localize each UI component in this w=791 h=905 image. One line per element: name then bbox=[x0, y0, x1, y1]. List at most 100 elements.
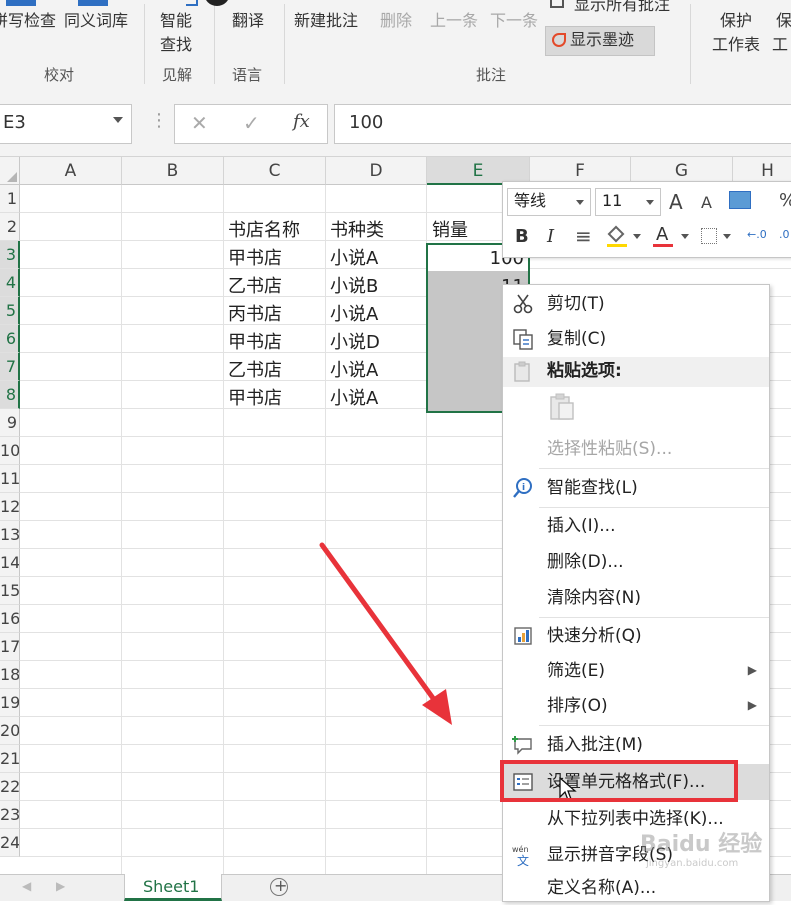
font-size-select[interactable]: 11 bbox=[595, 188, 661, 216]
decrease-font-size-icon[interactable]: A bbox=[701, 193, 712, 212]
spell-check-button[interactable]: 拼写检查 bbox=[0, 10, 56, 32]
menu-item-label: 快速分析(Q) bbox=[547, 626, 642, 646]
percent-style-icon[interactable]: % bbox=[779, 190, 791, 211]
column-header-d[interactable]: D bbox=[326, 157, 427, 185]
align-center-icon[interactable]: ≡ bbox=[575, 224, 592, 248]
menu-separator bbox=[539, 725, 769, 726]
delete-comment-button[interactable]: 删除 bbox=[380, 10, 412, 32]
menu-item-quick-analysis[interactable]: 快速分析(Q) bbox=[503, 619, 769, 653]
protect-sheet-button-line1[interactable]: 保护 bbox=[720, 10, 752, 32]
smart-lookup-button-line1[interactable]: 智能 bbox=[160, 10, 192, 32]
row-header[interactable]: 22 bbox=[0, 773, 20, 801]
protect-workbook-button-line2[interactable]: 工 bbox=[772, 34, 788, 56]
row-header[interactable]: 19 bbox=[0, 689, 20, 717]
menu-item-clear-contents[interactable]: 清除内容(N) bbox=[503, 581, 769, 615]
increase-decimal-icon[interactable]: ←.0 bbox=[747, 228, 767, 241]
scroll-right-icon[interactable]: ▶ bbox=[56, 879, 65, 893]
increase-font-size-icon[interactable]: A bbox=[669, 190, 683, 214]
formula-input[interactable]: 100 bbox=[334, 104, 791, 144]
row-header[interactable]: 16 bbox=[0, 605, 20, 633]
new-comment-button[interactable]: 新建批注 bbox=[294, 10, 358, 32]
italic-icon[interactable]: I bbox=[547, 226, 554, 247]
menu-item-insert[interactable]: 插入(I)... bbox=[503, 509, 769, 543]
cell-style-icon[interactable] bbox=[729, 191, 751, 209]
protect-sheet-button-line2[interactable]: 工作表 bbox=[712, 34, 760, 56]
row-header[interactable]: 24 bbox=[0, 829, 20, 857]
smart-lookup-icon bbox=[186, 0, 198, 6]
row-header[interactable]: 18 bbox=[0, 661, 20, 689]
previous-comment-button[interactable]: 上一条 bbox=[430, 10, 478, 32]
menu-item-label: 筛选(E) bbox=[547, 661, 606, 681]
cancel-icon[interactable]: ✕ bbox=[191, 111, 208, 135]
menu-item-label: 复制(C) bbox=[547, 329, 607, 349]
protect-workbook-button-line1[interactable]: 保 bbox=[776, 10, 791, 32]
next-comment-button[interactable]: 下一条 bbox=[490, 10, 538, 32]
copy-icon bbox=[513, 329, 533, 350]
bold-icon[interactable]: B bbox=[515, 226, 529, 247]
show-ink-button[interactable]: 显示墨迹 bbox=[545, 26, 655, 56]
scroll-left-icon[interactable]: ◀ bbox=[22, 879, 31, 893]
menu-item-insert-comment[interactable]: 插入批注(M) bbox=[503, 728, 769, 762]
menu-item-delete[interactable]: 删除(D)... bbox=[503, 545, 769, 579]
borders-icon[interactable] bbox=[701, 228, 717, 244]
row-header[interactable]: 9 bbox=[0, 409, 20, 437]
row-header[interactable]: 8 bbox=[0, 381, 20, 409]
name-box[interactable]: E3 bbox=[0, 104, 132, 144]
paste-icon[interactable] bbox=[545, 391, 577, 423]
row-header[interactable]: 5 bbox=[0, 297, 20, 325]
row-header[interactable]: 11 bbox=[0, 465, 20, 493]
row-header[interactable]: 17 bbox=[0, 633, 20, 661]
column-header-b[interactable]: B bbox=[122, 157, 224, 185]
sheet-tab-sheet1[interactable]: Sheet1 bbox=[124, 874, 222, 901]
row-header[interactable]: 4 bbox=[0, 269, 20, 297]
thesaurus-button[interactable]: 同义词库 bbox=[64, 10, 128, 32]
row-header[interactable]: 6 bbox=[0, 325, 20, 353]
row-header[interactable]: 23 bbox=[0, 801, 20, 829]
row-header[interactable]: 15 bbox=[0, 577, 20, 605]
decrease-decimal-icon[interactable]: .0 bbox=[779, 228, 790, 241]
menu-item-sort[interactable]: 排序(O) ▶ bbox=[503, 689, 769, 723]
menu-item-paste-special[interactable]: 选择性粘贴(S)... bbox=[503, 432, 769, 466]
row-header[interactable]: 20 bbox=[0, 717, 20, 745]
row-header[interactable]: 1 bbox=[0, 185, 20, 213]
chevron-down-icon[interactable] bbox=[723, 234, 731, 239]
chevron-down-icon[interactable] bbox=[113, 117, 123, 123]
row-header[interactable]: 13 bbox=[0, 521, 20, 549]
row-header[interactable]: 2 bbox=[0, 213, 20, 241]
row-header[interactable]: 14 bbox=[0, 549, 20, 577]
menu-item-copy[interactable]: 复制(C) bbox=[503, 322, 769, 356]
comment-icon bbox=[512, 736, 532, 755]
cell-store: 乙书店 bbox=[228, 276, 282, 297]
smart-lookup-button-line2[interactable]: 查找 bbox=[160, 34, 192, 56]
row-header[interactable]: 21 bbox=[0, 745, 20, 773]
row-header[interactable]: 12 bbox=[0, 493, 20, 521]
column-header-a[interactable]: A bbox=[20, 157, 122, 185]
menu-item-cut[interactable]: 剪切(T) bbox=[503, 287, 769, 321]
select-all-corner[interactable] bbox=[0, 157, 20, 185]
menu-section-label: 粘贴选项: bbox=[547, 361, 622, 381]
font-name-select[interactable]: 等线 bbox=[507, 188, 591, 216]
cell-type: 小说A bbox=[330, 304, 379, 325]
chevron-down-icon[interactable] bbox=[633, 234, 641, 239]
font-color-icon[interactable]: A bbox=[653, 224, 673, 248]
row-header[interactable]: 10 bbox=[0, 437, 20, 465]
menu-item-filter[interactable]: 筛选(E) ▶ bbox=[503, 654, 769, 688]
row-header[interactable]: 7 bbox=[0, 353, 20, 381]
enter-icon[interactable]: ✓ bbox=[243, 111, 260, 135]
spell-check-icon bbox=[6, 0, 36, 6]
menu-item-smart-lookup[interactable]: i 智能查找(L) bbox=[503, 471, 769, 505]
smart-lookup-icon: i bbox=[513, 478, 532, 498]
insert-function-icon[interactable]: fx bbox=[293, 111, 310, 132]
ribbon: 拼写检查 同义词库 校对 智能 查找 见解 翻译 语言 新建批注 删除 上一条 … bbox=[0, 0, 791, 93]
chevron-down-icon[interactable] bbox=[681, 234, 689, 239]
svg-text:i: i bbox=[522, 483, 525, 493]
fill-color-icon[interactable] bbox=[607, 225, 627, 247]
ink-icon bbox=[552, 33, 566, 47]
column-header-c[interactable]: C bbox=[224, 157, 326, 185]
formula-bar: E3 ⋮ ✕ ✓ fx 100 bbox=[0, 92, 791, 157]
name-box-value: E3 bbox=[3, 112, 26, 133]
row-header[interactable]: 3 bbox=[0, 241, 20, 269]
translate-button[interactable]: 翻译 bbox=[232, 10, 264, 32]
add-sheet-button[interactable]: + bbox=[270, 876, 288, 896]
show-all-comments-button[interactable]: 显示所有批注 bbox=[574, 0, 670, 16]
